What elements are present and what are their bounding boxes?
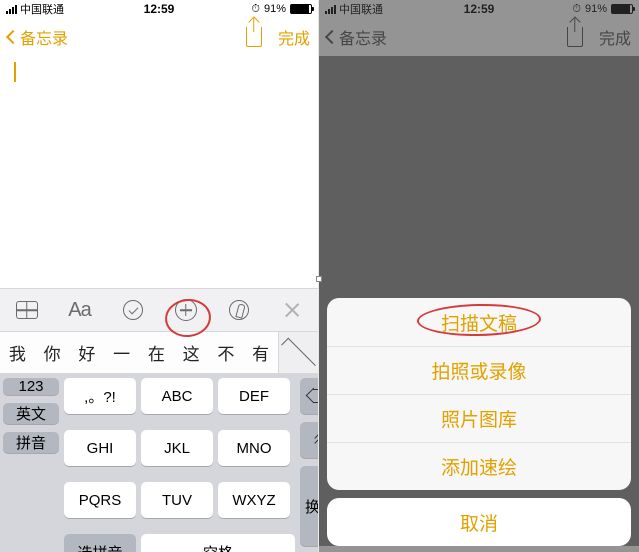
carrier-indicator: 中国联通: [6, 1, 64, 17]
sheet-add-sketch[interactable]: 添加速绘: [327, 442, 631, 490]
key-abc[interactable]: ABC: [141, 378, 213, 414]
key-123[interactable]: 123: [3, 378, 59, 395]
candidate-0[interactable]: 我: [0, 340, 35, 365]
sheet-cancel[interactable]: 取消: [327, 498, 631, 546]
phone-right: 中国联通 12:59 ⏱91% 备忘录 完成 扫描文稿 拍照或录像 照片图库 添…: [319, 0, 639, 552]
battery-pct: 91%: [264, 3, 286, 15]
back-label: 备忘录: [20, 25, 68, 49]
sheet-scan-documents[interactable]: 扫描文稿: [327, 298, 631, 346]
text-cursor: [14, 62, 16, 82]
markup-button[interactable]: [212, 300, 265, 320]
phone-left: 中国联通 12:59 ⏱ 91% 备忘录 完成 Aa 我: [0, 0, 318, 552]
carrier-name: 中国联通: [20, 1, 64, 17]
pen-circle-icon: [229, 300, 249, 320]
status-bar: 中国联通 12:59 ⏱ 91%: [0, 0, 318, 18]
candidate-6[interactable]: 不: [209, 340, 244, 365]
alarm-icon: ⏱: [251, 3, 260, 16]
keyboard-toolbar: Aa: [0, 288, 318, 332]
back-button[interactable]: 备忘录: [8, 25, 68, 49]
resize-handle-icon: [316, 276, 322, 282]
dismiss-keyboard-button[interactable]: [265, 301, 318, 319]
key-pinyin[interactable]: 拼音: [3, 432, 59, 453]
key-punct[interactable]: ,。?!: [64, 378, 136, 414]
grid-icon: [16, 301, 38, 319]
done-button[interactable]: 完成: [278, 25, 310, 49]
key-backspace[interactable]: ×: [300, 378, 318, 414]
candidate-3[interactable]: 一: [104, 340, 139, 365]
check-circle-icon: [123, 300, 143, 320]
battery-icon: [290, 4, 312, 14]
candidate-4[interactable]: 在: [139, 340, 174, 365]
key-wxyz[interactable]: WXYZ: [218, 482, 290, 518]
key-collapse[interactable]: [300, 422, 318, 458]
candidate-7[interactable]: 有: [243, 340, 278, 365]
expand-candidates-button[interactable]: [278, 332, 318, 373]
backspace-icon: ×: [309, 389, 318, 403]
action-sheet: 扫描文稿 拍照或录像 照片图库 添加速绘 取消: [327, 298, 631, 546]
close-icon: [283, 301, 301, 319]
table-button[interactable]: [0, 301, 53, 319]
keyboard: 123 英文 拼音 ,。?! ABC DEF GHI JKL MNO PQRS: [0, 374, 318, 552]
key-pqrs[interactable]: PQRS: [64, 482, 136, 518]
sheet-take-photo[interactable]: 拍照或录像: [327, 346, 631, 394]
plus-circle-icon: [175, 299, 197, 321]
key-newline[interactable]: 换行: [300, 466, 318, 546]
key-select-pinyin[interactable]: 选拼音: [64, 534, 136, 552]
key-tuv[interactable]: TUV: [141, 482, 213, 518]
candidate-5[interactable]: 这: [174, 340, 209, 365]
candidate-row: 我 你 好 一 在 这 不 有: [0, 332, 318, 374]
chevron-double-up-icon: [316, 434, 318, 447]
chevron-left-icon: [6, 30, 20, 44]
status-time: 12:59: [144, 2, 175, 16]
key-def[interactable]: DEF: [218, 378, 290, 414]
key-jkl[interactable]: JKL: [141, 430, 213, 466]
candidate-2[interactable]: 好: [70, 340, 105, 365]
key-space[interactable]: 空格: [141, 534, 295, 552]
key-mno[interactable]: MNO: [218, 430, 290, 466]
format-button[interactable]: Aa: [53, 299, 106, 322]
nav-bar: 备忘录 完成: [0, 18, 318, 56]
status-right: ⏱ 91%: [251, 3, 312, 16]
signal-bars-icon: [6, 5, 17, 14]
note-editor[interactable]: [0, 56, 318, 288]
share-icon[interactable]: [246, 27, 262, 47]
key-english[interactable]: 英文: [3, 403, 59, 424]
candidate-1[interactable]: 你: [35, 340, 70, 365]
add-button[interactable]: [159, 299, 212, 321]
sheet-photo-library[interactable]: 照片图库: [327, 394, 631, 442]
chevron-up-icon: [281, 337, 316, 372]
key-ghi[interactable]: GHI: [64, 430, 136, 466]
checklist-button[interactable]: [106, 300, 159, 320]
aa-icon: Aa: [68, 299, 90, 322]
